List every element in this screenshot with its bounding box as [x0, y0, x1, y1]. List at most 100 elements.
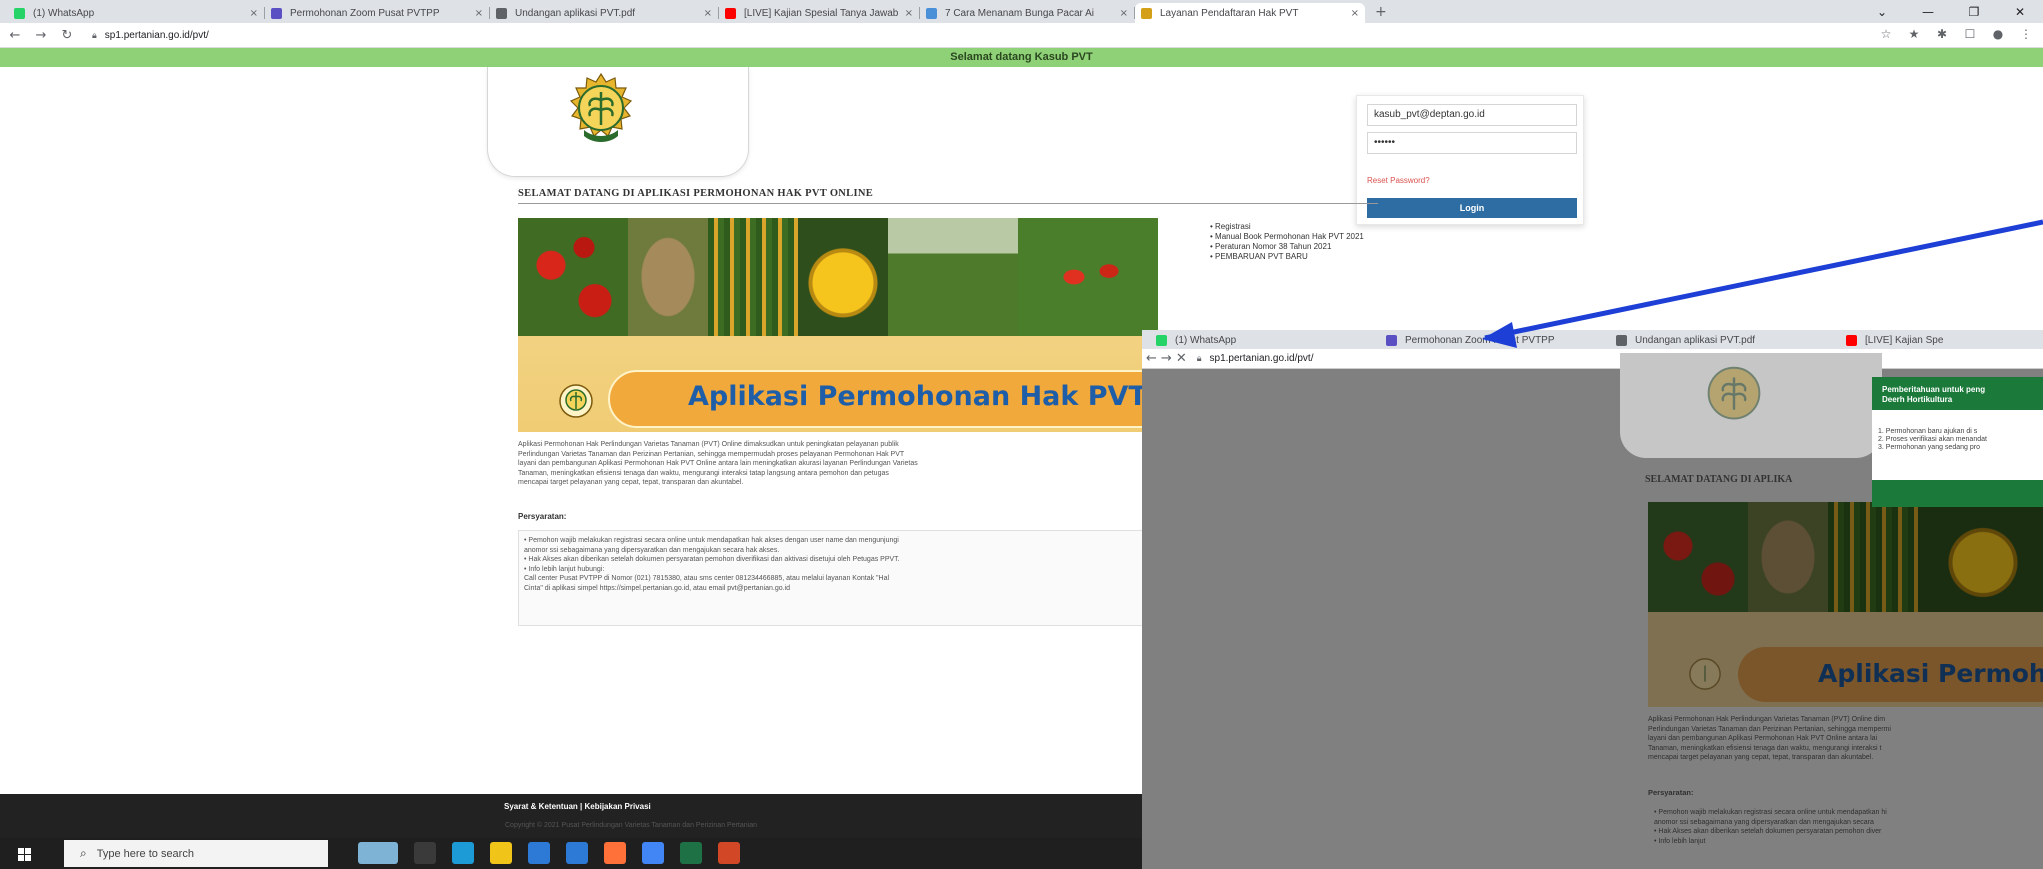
window-controls: ⌄ — ❐ ✕	[1859, 0, 2043, 23]
overlay-tab-label: Undangan aplikasi PVT.pdf	[1635, 335, 1756, 346]
edge-icon[interactable]	[452, 842, 474, 864]
overlay-forward-icon[interactable]: →	[1161, 351, 1172, 366]
url-text: sp1.pertanian.go.id/pvt/	[104, 29, 209, 41]
overlay-banner-title: Aplikasi Permoho	[1818, 659, 2043, 688]
tab-close-icon[interactable]: ×	[905, 8, 913, 19]
requirements-heading: Persyaratan:	[518, 512, 567, 521]
sidepanel-icon[interactable]: ☐	[1961, 27, 1979, 41]
weather-icon[interactable]	[358, 842, 398, 864]
link-registrasi[interactable]: Registrasi	[1210, 222, 1364, 232]
tab-close-icon[interactable]: ×	[475, 8, 483, 19]
tab-close-icon[interactable]: ×	[704, 8, 712, 19]
link-pembaruan[interactable]: PEMBARUAN PVT BARU	[1210, 252, 1364, 262]
firefox-icon[interactable]	[604, 842, 626, 864]
kementan-icon	[1141, 7, 1152, 19]
notice-items: 1. Permohonan baru ajukan di s 2. Proses…	[1878, 428, 1987, 451]
task-view-icon[interactable]	[414, 842, 436, 864]
new-tab-button[interactable]: +	[1375, 4, 1387, 20]
tab-label: [LIVE] Kajian Spesial Tanya Jawab	[744, 7, 899, 19]
notice-title: Pemberitahuan untuk peng Deerh Hortikult…	[1882, 385, 1986, 404]
chrome-icon[interactable]	[642, 842, 664, 864]
store-icon[interactable]	[528, 842, 550, 864]
toolbar-icons: ☆ ★ ✱ ☐ ● ⋮	[1877, 27, 2035, 41]
overlay-url-text: sp1.pertanian.go.id/pvt/	[1209, 353, 1314, 364]
banner-title: Aplikasi Permohonan Hak PVT Online	[688, 381, 1158, 412]
footer-copyright: Copyright © 2021 Pusat Perlindungan Vari…	[505, 822, 758, 829]
menu-icon[interactable]: ⋮	[2017, 27, 2035, 41]
divider	[518, 203, 1378, 204]
overlay-requirements-heading: Persyaratan:	[1648, 788, 1694, 797]
link-manual-book[interactable]: Manual Book Permohonan Hak PVT 2021	[1210, 232, 1364, 242]
overlay-tab-favicon-icon	[1386, 335, 1397, 346]
globe-icon	[496, 7, 507, 19]
overlay-tab-label: (1) WhatsApp	[1175, 335, 1237, 346]
taskbar-search[interactable]: ⌕ Type here to search	[64, 840, 328, 867]
tab-5[interactable]: 7 Cara Menanam Bunga Pacar Ai ×	[920, 3, 1134, 23]
restore-icon[interactable]: ❐	[1951, 5, 1997, 19]
taskbar-apps	[358, 842, 740, 864]
forward-icon[interactable]: →	[30, 28, 52, 43]
url-input[interactable]: 🔒︎ sp1.pertanian.go.id/pvt/	[92, 26, 1892, 45]
close-window-icon[interactable]: ✕	[1997, 5, 2043, 19]
email-field[interactable]: kasub_pvt@deptan.go.id	[1367, 104, 1577, 126]
tab-strip: (1) WhatsApp × Permohonan Zoom Pusat PVTPP…	[0, 0, 2043, 23]
taskbar-search-placeholder: Type here to search	[96, 847, 194, 860]
overlay-kementan-logo	[1707, 366, 1761, 420]
overlay-requirements-list: • Pemohon wajib melakukan registrasi sec…	[1654, 809, 1887, 845]
overlay-tab-4[interactable]: [LIVE] Kajian Spe	[1840, 332, 2020, 349]
overlay-page-title: SELAMAT DATANG DI APLIKA	[1645, 474, 1793, 485]
reset-password-link[interactable]: Reset Password?	[1367, 176, 1430, 185]
login-panel: kasub_pvt@deptan.go.id •••••• Reset Pass…	[1356, 95, 1584, 225]
tab-close-icon[interactable]: ×	[250, 8, 258, 19]
tab-6[interactable]: Layanan Pendaftaran Hak PVT ×	[1135, 3, 1365, 23]
minimize-icon[interactable]: —	[1905, 5, 1951, 19]
intro-paragraph: Aplikasi Permohonan Hak Perlindungan Var…	[518, 441, 918, 486]
page-footer	[0, 794, 1142, 838]
bookmark-icon[interactable]: ★	[1905, 27, 1923, 41]
overlay-tab-1[interactable]: (1) WhatsApp	[1150, 332, 1380, 349]
tab-3[interactable]: Undangan aplikasi PVT.pdf ×	[490, 3, 718, 23]
back-icon[interactable]: ←	[4, 28, 26, 43]
overlay-lock-icon: 🔒︎	[1196, 353, 1202, 363]
profile-icon[interactable]: ●	[1989, 27, 2007, 41]
overlay-tab-label: [LIVE] Kajian Spe	[1865, 335, 1944, 346]
tab-label: Layanan Pendaftaran Hak PVT	[1160, 7, 1299, 19]
overlay-tab-2[interactable]: Permohonan Zoom Pusat PVTPP	[1380, 332, 1610, 349]
excel-icon[interactable]	[680, 842, 702, 864]
overlay-stop-icon[interactable]: ✕	[1176, 351, 1187, 366]
powerpoint-icon[interactable]	[718, 842, 740, 864]
requirements-list: • Pemohon wajib melakukan registrasi sec…	[524, 537, 900, 592]
mail-icon[interactable]	[566, 842, 588, 864]
login-button[interactable]: Login	[1367, 198, 1577, 218]
greeting-bar: Selamat datang Kasub PVT	[0, 48, 2043, 67]
overlay-tab-favicon-icon	[1846, 335, 1857, 346]
footer-links[interactable]: Syarat & Ketentuan | Kebijakan Privasi	[504, 802, 651, 811]
share-icon[interactable]: ☆	[1877, 27, 1895, 41]
overlay-tab-favicon-icon	[1616, 335, 1627, 346]
tab-1[interactable]: (1) WhatsApp ×	[8, 3, 264, 23]
banner-logo	[559, 384, 593, 418]
windows-start-icon[interactable]	[18, 848, 31, 861]
reload-icon[interactable]: ↻	[56, 28, 78, 43]
lock-icon[interactable]: 🔒︎	[92, 30, 97, 41]
link-peraturan[interactable]: Peraturan Nomor 38 Tahun 2021	[1210, 242, 1364, 252]
tab-4[interactable]: [LIVE] Kajian Spesial Tanya Jawab ×	[719, 3, 919, 23]
password-field[interactable]: ••••••	[1367, 132, 1577, 154]
overlay-back-icon[interactable]: ←	[1146, 351, 1157, 366]
tab-close-icon[interactable]: ×	[1351, 8, 1359, 19]
overlay-hero-banner: Aplikasi Permoho	[1648, 502, 2043, 707]
overlay-banner-photos	[1648, 502, 2043, 612]
tab-2[interactable]: Permohonan Zoom Pusat PVTPP ×	[265, 3, 489, 23]
overlay-tab-3[interactable]: Undangan aplikasi PVT.pdf	[1610, 332, 1840, 349]
overlay-banner-logo	[1689, 658, 1721, 690]
screen: (1) WhatsApp × Permohonan Zoom Pusat PVTPP…	[0, 0, 2043, 869]
search-icon: ⌕	[80, 846, 87, 860]
overlay-intro-paragraph: Aplikasi Permohonan Hak Perlindungan Var…	[1648, 716, 1891, 761]
tab-search-icon[interactable]: ⌄	[1859, 5, 1905, 19]
tab-close-icon[interactable]: ×	[1120, 8, 1128, 19]
address-bar: ← → ↻ 🔒︎ sp1.pertanian.go.id/pvt/ ☆ ★ ✱ …	[0, 23, 2043, 48]
banner-photos	[518, 218, 1158, 336]
overlay-screenshot: (1) WhatsApp Permohonan Zoom Pusat PVTPP U…	[1142, 330, 2043, 869]
extensions-icon[interactable]: ✱	[1933, 27, 1951, 41]
explorer-icon[interactable]	[490, 842, 512, 864]
